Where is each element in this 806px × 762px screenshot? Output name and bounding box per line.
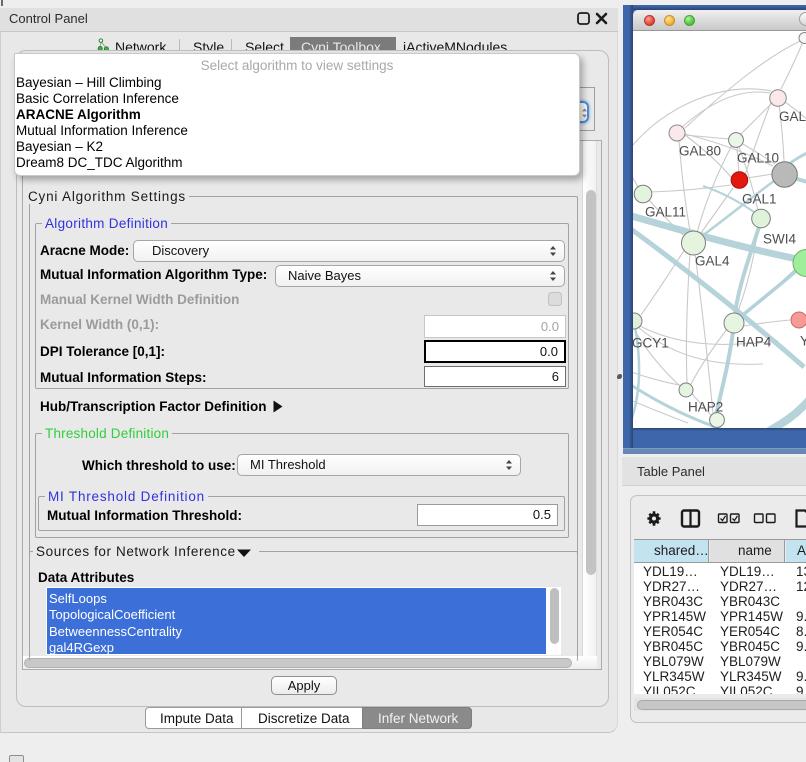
svg-text:SWI4: SWI4 bbox=[763, 232, 796, 247]
svg-text:GCY1: GCY1 bbox=[633, 336, 669, 351]
svg-text:HAP4: HAP4 bbox=[736, 335, 772, 350]
svg-text:GAL10: GAL10 bbox=[737, 151, 779, 166]
svg-text:GAL4: GAL4 bbox=[695, 254, 730, 269]
svg-text:GAL80: GAL80 bbox=[679, 144, 721, 159]
svg-text:HAP2: HAP2 bbox=[688, 400, 723, 415]
svg-text:Y: Y bbox=[800, 334, 806, 349]
svg-text:GAL1: GAL1 bbox=[742, 192, 777, 207]
svg-text:GAL7: GAL7 bbox=[779, 109, 806, 124]
svg-text:GAL11: GAL11 bbox=[645, 205, 686, 220]
